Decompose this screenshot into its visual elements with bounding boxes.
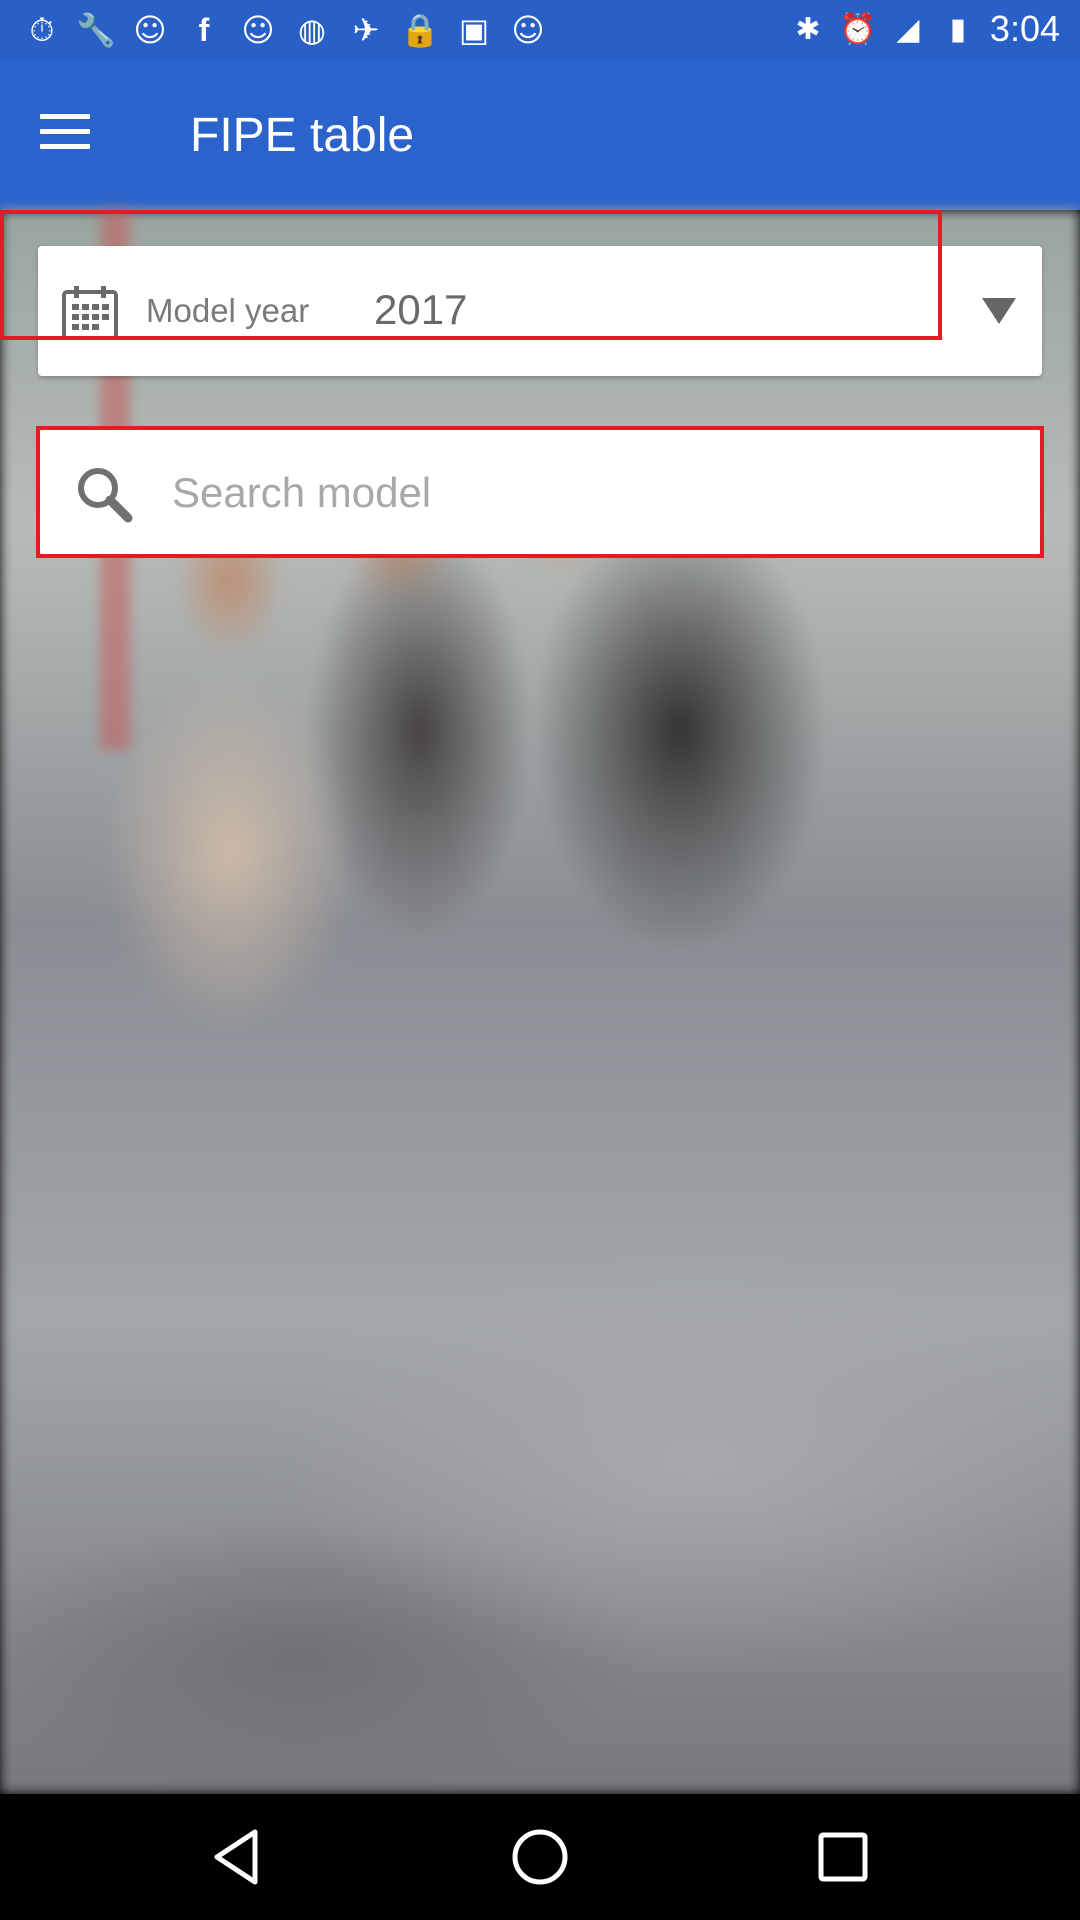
battery-icon: ▮ — [949, 11, 967, 47]
fake-gps-icon: ✈ — [352, 11, 380, 49]
smiley-icon: ☺ — [511, 11, 545, 49]
status-bar: ⏱ 🔧 ☺ f ☺ ◍ ✈ 🔒 ▣ ☺ ✱ ⏰ ◢ ▮ 3:04 — [0, 0, 1080, 62]
model-year-label: Model year — [146, 292, 310, 329]
status-icons-left: ⏱ 🔧 ☺ f ☺ ◍ ✈ 🔒 ▣ ☺ — [22, 10, 548, 50]
menu-icon[interactable] — [40, 114, 94, 158]
alarm-icon: ⏰ — [839, 11, 877, 47]
app-bar: FIPE table — [0, 62, 1080, 210]
search-model-input[interactable] — [170, 458, 1014, 528]
smiley-icon: ☺ — [133, 11, 167, 49]
stopwatch-icon: ⏱ — [29, 11, 55, 49]
smiley-icon: ☺ — [241, 11, 275, 49]
back-icon[interactable] — [205, 1824, 271, 1890]
status-icons-right: ✱ ⏰ ◢ ▮ 3:04 — [790, 8, 1060, 50]
navigation-bar — [0, 1794, 1080, 1920]
wrench-icon: 🔧 — [76, 11, 116, 49]
lock-icon: 🔒 — [400, 11, 440, 49]
facebook-icon: f — [198, 12, 210, 48]
search-icon — [78, 468, 133, 523]
recent-apps-icon[interactable] — [810, 1824, 876, 1890]
status-time: 3:04 — [989, 8, 1060, 49]
model-year-selector[interactable]: Model year 2017 — [38, 246, 1042, 376]
dropdown-arrow-icon[interactable] — [982, 298, 1016, 324]
robot-icon: ▣ — [458, 11, 490, 49]
bluetooth-icon: ✱ — [795, 11, 821, 47]
search-box[interactable] — [40, 430, 1040, 554]
calendar-icon — [62, 286, 118, 340]
home-icon[interactable] — [507, 1824, 573, 1890]
page-title: FIPE table — [190, 109, 415, 162]
model-year-value[interactable]: 2017 — [374, 286, 467, 334]
sync-icon: ◍ — [298, 11, 326, 49]
signal-icon: ◢ — [896, 11, 920, 47]
